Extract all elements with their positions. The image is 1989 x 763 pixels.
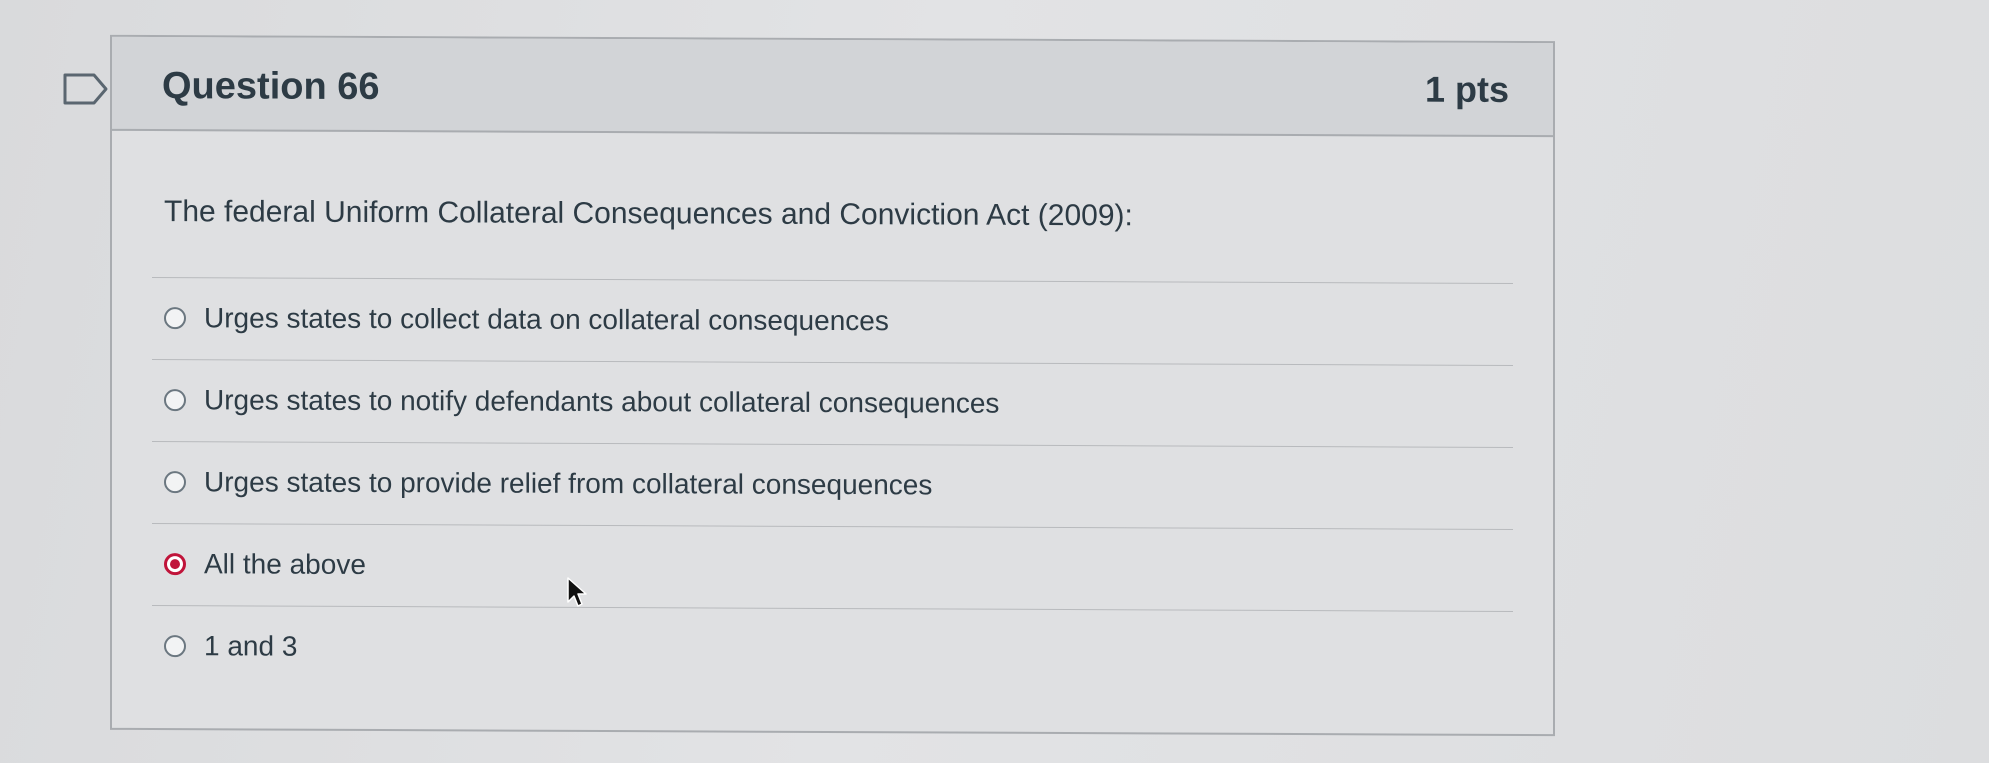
radio-button[interactable]	[164, 307, 186, 330]
answer-option-5[interactable]: 1 and 3	[152, 605, 1513, 693]
radio-button[interactable]	[164, 635, 186, 658]
answer-label: Urges states to notify defendants about …	[204, 384, 1000, 419]
answer-list: Urges states to collect data on collater…	[152, 277, 1513, 662]
answer-option-2[interactable]: Urges states to notify defendants about …	[152, 359, 1513, 447]
answer-option-1[interactable]: Urges states to collect data on collater…	[152, 277, 1513, 365]
radio-button[interactable]	[164, 389, 186, 412]
question-text: The federal Uniform Collateral Consequen…	[164, 195, 1133, 233]
answer-label: Urges states to collect data on collater…	[204, 302, 889, 337]
question-points: 1 pts	[1424, 68, 1509, 110]
answer-option-4[interactable]: All the above	[152, 523, 1513, 611]
answer-option-3[interactable]: Urges states to provide relief from coll…	[152, 441, 1513, 529]
radio-button[interactable]	[164, 471, 186, 494]
question-header: Question 66 1 pts	[112, 36, 1553, 138]
question-card: Question 66 1 pts The federal Uniform Co…	[110, 34, 1555, 737]
flag-question-icon[interactable]	[62, 72, 110, 106]
answer-label: All the above	[204, 548, 366, 580]
question-title: Question 66	[162, 65, 380, 109]
radio-button-selected[interactable]	[164, 553, 186, 576]
answer-label: Urges states to provide relief from coll…	[204, 466, 933, 501]
answer-label: 1 and 3	[204, 630, 298, 662]
